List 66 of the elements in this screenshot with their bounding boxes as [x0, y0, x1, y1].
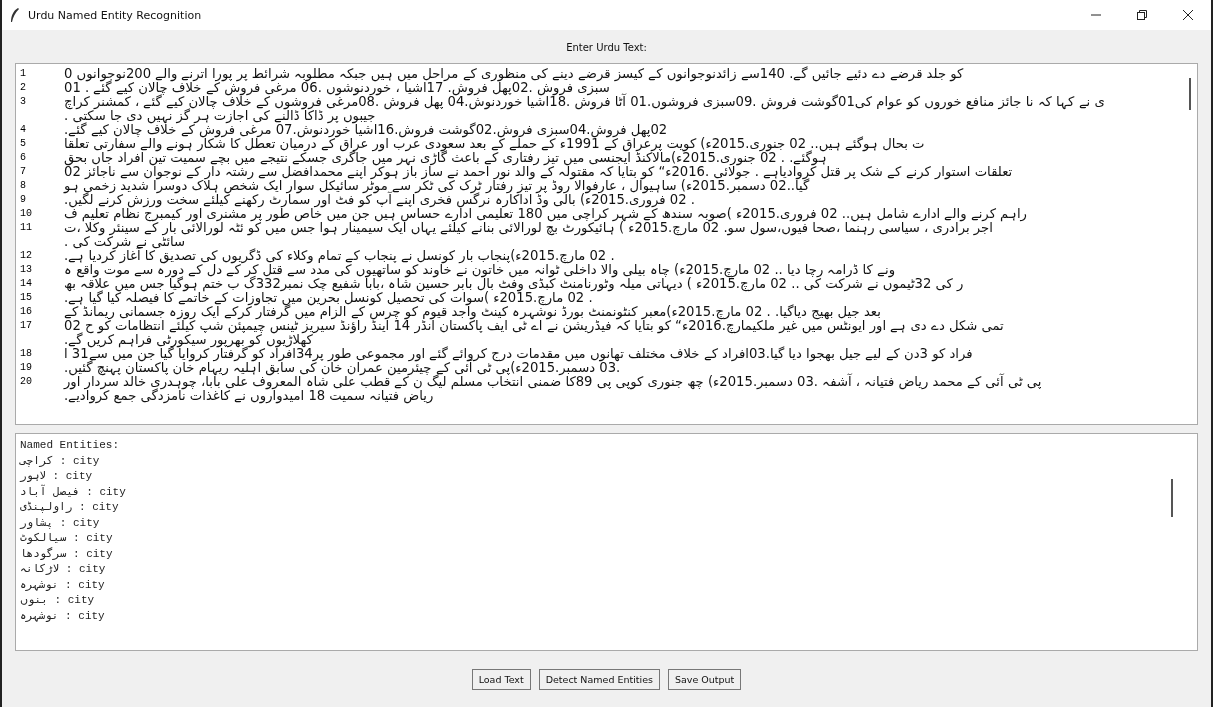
urdu-text-line: ر کی 32ٹیموں نے شرکت کی .. 02 مارچ.2015ء ) دیہاتی میلہ وٹورنامنٹ کبڈی وفٹ بال بابر حسین شاہ ،بابا شفیع چک نمبر332گ ب ختم ہوگیا جس میں علاقہ بھ: [64, 277, 965, 291]
line-number: 4: [20, 123, 27, 137]
urdu-text-line: 02پھل فروش.04سبزی فروش.02گوشت فروش.16اشیا خوردنوش.07 مرغی فروش کے خلاف چالان کیے گئے.: [64, 123, 668, 137]
line-number: 20: [20, 375, 33, 389]
line-number: 6: [20, 151, 27, 165]
urdu-text-line: تعلقات استوار کرنے کے شک پر قتل کروادیاہے . جولائی .2016ء“ کو بتایا کہ مقتولہ کے والد نور احمد نے ساز باز ہوکر اپنے محمدافضل سے رشتہ دار کے نوجوان سے ناجائز 02: [64, 165, 1014, 179]
window-title: Urdu Named Entity Recognition: [28, 8, 202, 22]
line-number: 17: [20, 319, 33, 333]
urdu-text-line: ی نے کہا کہ نا جائز منافع خوروں کو عوام کی01گوشت فروش .09سبزی فروشوں.01 آٹا فروش .18اشیا خوردنوش.04 پھل فروش .08مرغی فروشوں کے خلاف چالان کیے گئے ، کمشنر کراچ: [64, 95, 1106, 109]
line-number: 2: [20, 81, 27, 95]
scrollbar[interactable]: [1189, 78, 1191, 110]
line-number: 12: [20, 249, 33, 263]
line-number: 9: [20, 193, 27, 207]
urdu-text-line: راہم کرنے والے ادارے شامل ہیں.. 02 فروری.2015ء )صوبہ سندھ کے شہر کراچی میں 180 تعلیمی ادارے حساس ہیں جن میں خاص طور پر مشنری اور کیمبرج نظام تعلیم ف: [64, 207, 1028, 221]
line-number: 8: [20, 179, 27, 193]
urdu-text-line: فراد کو 3دن کے لیے جیل بھجوا دیا گیا.03افراد کے خلاف مختلف تھانوں میں مقدمات درج کروائے گئے اور مجموعی طور پر34افراد کو گرفتار کروایا گیا جن میں سے31 ا: [64, 347, 974, 361]
urdu-text-line: . 02 مارچ.2015ء)پنجاب بار کونسل نے پنجاب کے تمام وکلاء کی ڈگریوں کی تصدیق کا آغاز کردیا ہے.: [64, 249, 616, 263]
line-number: 14: [20, 277, 33, 291]
line-number: 13: [20, 263, 33, 277]
urdu-text-line: . 02 مارچ.2015ء )سوات کی تحصیل کونسل بحرین میں تجاوزات کے خاتمے کا فیصلہ کیا گیا ہے.: [64, 291, 593, 305]
urdu-text-line: اجر برادری ، سیاسی رہنما ،صحا فیوں،سول سو. 02 مارچ.2015ء ) ہائیکورٹ بچ لورالائی بنانے کیلئے یہاں ایک سیمینار ہوا جس میں کو ئٹہ لورالائی بار کے سینئر وکلا ،ت: [64, 221, 993, 235]
restore-icon[interactable]: [1137, 10, 1147, 20]
feather-icon: [10, 8, 20, 22]
entity-line: لاہور : city: [20, 469, 94, 484]
entity-line: نوشہرہ : city: [20, 608, 106, 624]
urdu-text-line: ریاض فتیانہ سمیت 18 امیدواروں نے کاغذات نامزدگی جمع کروادیے.: [64, 389, 435, 403]
line-number: 16: [20, 305, 33, 319]
urdu-text-line: بعد جیل بھیج دیاگیا. . 02 مارچ.2015ء)معبر کنٹونمنٹ بورڈ نوشہرہ کینٹ واجد قیوم کو چرس کے الزام میں گرفتار کرکے ایک روزہ جسمانی ریمانڈ کے: [64, 305, 882, 319]
entity-line: سرگودھا : city: [20, 546, 114, 562]
line-number: 11: [20, 221, 33, 235]
urdu-text-line: کو جلد قرضے دے دئیے جائیں گے. 140سے زائدنوجوانوں کے کیسز قرضے دینے کی منظوری کے مراحل میں ہیں جبکہ مطلوبہ شرائط پر پورا اترنے والے 200نوجوانوں 0: [64, 67, 965, 81]
text-input-area[interactable]: [15, 63, 1198, 425]
entity-line: راولپنڈی : city: [20, 500, 120, 515]
input-label: Enter Urdu Text:: [565, 41, 648, 55]
detect-entities-button[interactable]: Detect Named Entities: [538, 668, 660, 690]
urdu-text-line: .03 دسمبر.2015ء)پی ٹی آئی کے چیئرمین عمران خان کی سابق اہلیہ ریہام خان پاکستان پہنچ گئیں.: [64, 361, 621, 375]
urdu-text-line: ت بحال ہوگئے ہیں.. 02 جنوری.2015ء) کویت پرعراق کے 1991ء کے حملے کے بعد سعودی عرب اور عراق کے درمیان تعطل کا شکار ہونے والے سفارتی تعلقا: [64, 137, 926, 151]
urdu-text-line: پی ٹی آئی کے محمد ریاض فتیانہ ، آشفہ .03 دسمبر.2015ء) چھ جنوری کوپی پی 89کا ضمنی انتخاب مسلم لیگ ن کے قطب علی شاہ المعروف علی بابا، چوہدری خالد سردار اور: [64, 375, 1043, 389]
entity-line: کراچی : city: [20, 453, 101, 469]
output-heading: Named Entities:: [20, 438, 121, 453]
close-icon[interactable]: [1183, 10, 1193, 20]
scrollbar[interactable]: [1171, 479, 1173, 517]
entity-line: لاڑکانہ : city: [20, 562, 107, 577]
line-number: 7: [20, 165, 27, 179]
entity-line: پشاور : city: [20, 515, 101, 531]
entity-line: فیصل آباد : city: [20, 484, 127, 500]
line-number: 15: [20, 291, 33, 305]
urdu-text-line: تمی شکل دے دی ہے اور ایونٹس میں غیر ملکیمارچ.2016ء“ کو بتایا کہ فیڈریشن نے اے ٹی ایف پاکستان انڈر 14 اینڈ راؤنڈ سیریز ٹینس چیمپئن شپ کیلئے انتظامات کو ح 02: [64, 319, 1005, 333]
entity-line: نوشہرہ : city: [20, 577, 106, 593]
save-output-button[interactable]: Save Output: [668, 668, 742, 690]
urdu-text-line: کھلاڑیوں کو بھرپور سیکورٹی فراہم کریں گے.: [64, 333, 314, 347]
line-number: 10: [20, 207, 33, 221]
urdu-text-line: ونے کا ڈرامہ رچا دیا .. 02 مارچ.2015ء) چاہ بیلی والا داخلی ٹوانہ میں خاتون نے خاوند کو ساتھیوں کی مدد سے قتل کر کے دل کے دورہ سے موت واقع ہ: [64, 263, 897, 277]
entity-line: سیالکوٹ : city: [20, 531, 114, 546]
entity-line: بنوں : city: [20, 593, 96, 608]
line-number: 5: [20, 137, 27, 151]
urdu-text-line: . 02 فروری.2015ء) بالی وڈ اداکارہ نرگس فخری اپنے آپ کو فٹ اور سمارٹ رکھنے کیلئے سخت ورزش کرنے لگیں.: [64, 193, 695, 207]
urdu-text-line: ہوگئے. . 02 جنوری.2015ء)مالاکنڈ ایجنسی میں تیز رفتاری کے باعث گاڑی نہر میں جاگری جسکے نتیجے میں بچے سمیت تین افراد جاں بحق: [64, 151, 827, 165]
load-text-button[interactable]: Load Text: [471, 668, 531, 690]
line-number: 3: [20, 95, 27, 109]
line-number: 1: [20, 67, 27, 81]
line-number: 19: [20, 361, 33, 375]
line-number: 18: [20, 347, 33, 361]
urdu-text-line: سائٹی نے شرکت کی .: [64, 235, 186, 249]
urdu-text-line: جیبوں پر ڈاکا ڈالنے کی اجازت ہر گز نہیں دی جا سکتی .: [64, 109, 376, 123]
urdu-text-line: سبزی فروش .02پھل فروش. 17اشیا ، خوردنوشوں .06 مرغی فروش کے خلاف چالان کیے گئے . 01: [64, 81, 611, 95]
